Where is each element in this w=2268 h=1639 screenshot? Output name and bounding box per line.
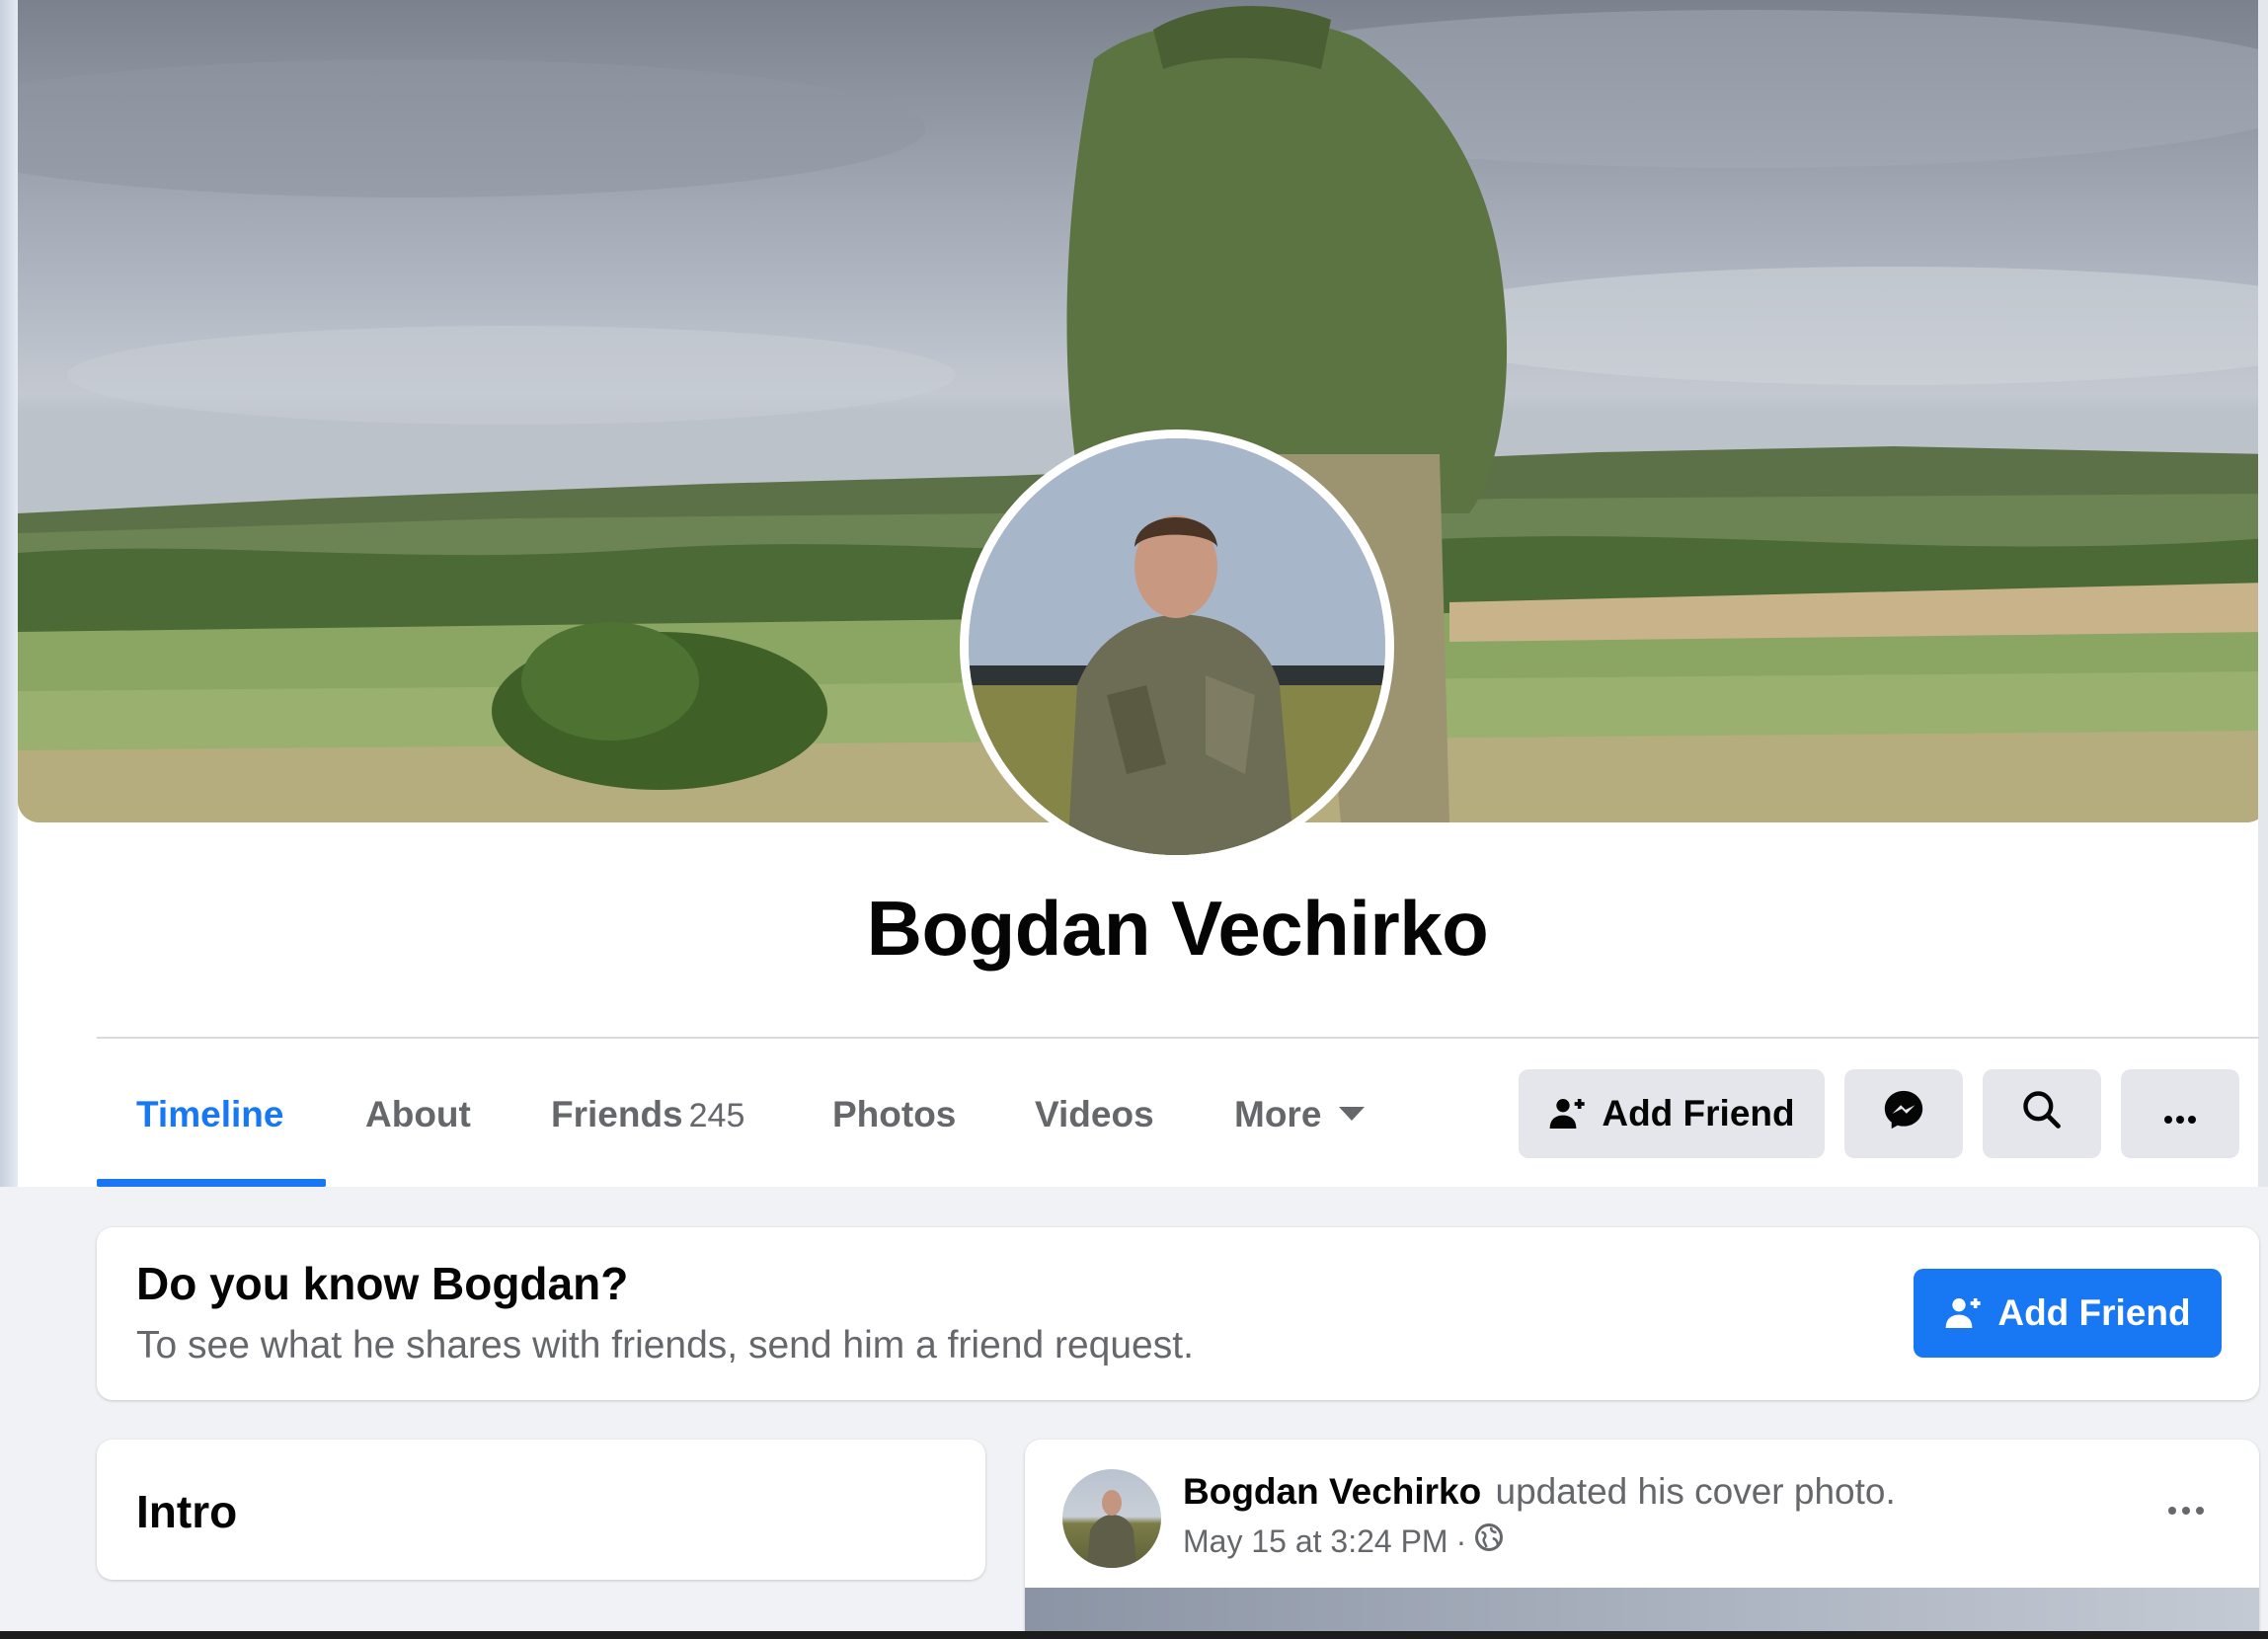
post-author-avatar[interactable] bbox=[1062, 1469, 1161, 1568]
post-options-button[interactable] bbox=[2164, 1487, 2208, 1517]
active-tab-indicator bbox=[97, 1179, 326, 1187]
post-author-avatar-illustration bbox=[1087, 1490, 1136, 1568]
profile-name: Bogdan Vechirko bbox=[866, 885, 1489, 972]
tab-photos[interactable]: Photos bbox=[832, 1039, 956, 1187]
tab-timeline-label: Timeline bbox=[136, 1094, 284, 1134]
search-icon bbox=[2020, 1088, 2064, 1140]
tab-more[interactable]: More bbox=[1234, 1039, 1366, 1187]
post-meta: May 15 at 3:24 PM · bbox=[1183, 1522, 1504, 1560]
friends-count: 245 bbox=[688, 1097, 745, 1134]
messenger-icon bbox=[1881, 1087, 1926, 1141]
post-meta-separator: · bbox=[1455, 1522, 1467, 1559]
intro-card: Intro bbox=[97, 1440, 985, 1580]
tab-videos[interactable]: Videos bbox=[1035, 1039, 1154, 1187]
profile-picture[interactable] bbox=[960, 429, 1394, 864]
post-author-name[interactable]: Bogdan Vechirko bbox=[1183, 1471, 1481, 1512]
add-friend-icon bbox=[1548, 1094, 1588, 1133]
more-icon bbox=[2160, 1093, 2200, 1134]
message-button[interactable] bbox=[1844, 1069, 1963, 1158]
tab-about-label: About bbox=[365, 1094, 471, 1134]
profile-picture-image bbox=[969, 438, 1385, 855]
post-header: Bogdan Vechirko updated his cover photo. bbox=[1183, 1471, 1896, 1513]
tab-photos-label: Photos bbox=[832, 1094, 957, 1134]
tab-friends-label: Friends bbox=[551, 1094, 683, 1134]
tab-about[interactable]: About bbox=[365, 1039, 471, 1187]
post-cover-photo[interactable] bbox=[1025, 1588, 2259, 1631]
profile-picture-illustration bbox=[969, 438, 1385, 855]
more-icon bbox=[2168, 1507, 2204, 1515]
caret-down-icon bbox=[1339, 1107, 1366, 1122]
profile-page: Bogdan Vechirko Timeline About Friends 24… bbox=[0, 0, 2268, 1639]
window-edge-bottom bbox=[0, 1631, 2268, 1639]
post-action-text: updated his cover photo. bbox=[1495, 1471, 1896, 1512]
tab-more-label: More bbox=[1234, 1094, 1322, 1134]
post-timestamp[interactable]: May 15 at 3:24 PM bbox=[1183, 1523, 1448, 1560]
globe-icon bbox=[1474, 1522, 1504, 1560]
add-friend-button[interactable]: Add Friend bbox=[1519, 1069, 1825, 1158]
intro-title: Intro bbox=[136, 1486, 238, 1537]
tab-friends[interactable]: Friends 245 bbox=[551, 1039, 744, 1187]
add-friend-primary-label: Add Friend bbox=[1997, 1292, 2191, 1333]
tab-videos-label: Videos bbox=[1035, 1094, 1154, 1134]
add-friend-label: Add Friend bbox=[1602, 1093, 1795, 1133]
more-options-button[interactable] bbox=[2121, 1069, 2239, 1158]
tab-timeline[interactable]: Timeline bbox=[136, 1039, 283, 1187]
search-button[interactable] bbox=[1983, 1069, 2101, 1158]
friend-suggestion-card: Do you know Bogdan? To see what he share… bbox=[97, 1227, 2259, 1400]
add-friend-primary-button[interactable]: Add Friend bbox=[1914, 1269, 2222, 1358]
add-friend-icon bbox=[1944, 1293, 1984, 1333]
friend-suggestion-title: Do you know Bogdan? bbox=[136, 1258, 629, 1309]
friend-suggestion-subtitle: To see what he shares with friends, send… bbox=[136, 1324, 1194, 1366]
